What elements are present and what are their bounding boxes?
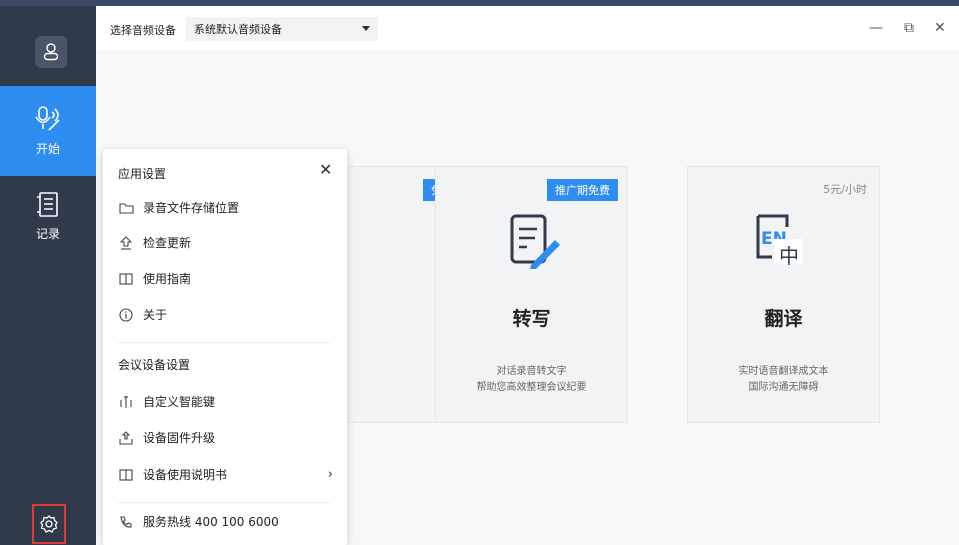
menu-item-hotline[interactable]: 服务热线 400 100 6000 [118, 513, 333, 530]
avatar[interactable] [35, 36, 67, 68]
divider [118, 342, 330, 343]
meeting-settings-heading: 会议设备设置 [118, 358, 191, 372]
title-bar: 选择音频设备 系统默认音频设备 — ⧉ ✕ [96, 6, 959, 50]
settings-popup: 应用设置 ✕ 录音文件存储位置 检查更新 使用指南 关于 会议设备设置 自定义智… [103, 149, 347, 545]
document-list-icon [37, 192, 58, 217]
audio-device-value: 系统默认音频设备 [194, 23, 282, 36]
menu-item-label: 检查更新 [143, 236, 192, 250]
firmware-upload-icon [118, 430, 134, 446]
phone-icon [118, 514, 134, 530]
card-tag: 推广期免费 [547, 179, 618, 201]
divider [118, 502, 330, 503]
minimize-button[interactable]: — [869, 20, 883, 36]
menu-item-firmware[interactable]: 设备固件升级 [118, 429, 333, 446]
folder-icon [118, 200, 134, 216]
menu-item-storage[interactable]: 录音文件存储位置 [118, 199, 333, 216]
audio-device-select[interactable]: 系统默认音频设备 [186, 17, 378, 41]
menu-item-manual[interactable]: 设备使用说明书 › [118, 466, 333, 483]
menu-item-smart-key[interactable]: 自定义智能键 [118, 393, 333, 410]
sidebar-item-start-inner: 开始 [0, 104, 96, 157]
sidebar: 开始 记录 [0, 6, 96, 545]
app-settings-heading: 应用设置 [118, 167, 167, 181]
smart-key-icon [118, 394, 134, 410]
audio-device-label: 选择音频设备 [110, 24, 176, 37]
user-icon [43, 43, 59, 61]
svg-text:中: 中 [779, 244, 799, 268]
card-desc-line2: 帮助您高效整理会议纪要 [476, 382, 587, 393]
info-icon [118, 307, 134, 323]
card-transcribe[interactable]: 推广期免费 转写 对话录音转文字 帮助您高效整理会议纪要 [435, 166, 628, 423]
close-button[interactable]: ✕ [934, 20, 946, 36]
card-desc-line1: 对话录音转文字 [496, 366, 567, 377]
menu-item-label: 关于 [143, 308, 168, 322]
sidebar-record-label: 记录 [35, 227, 60, 241]
chevron-right-icon: › [327, 467, 333, 482]
card-translate[interactable]: 5元/小时 EN 中 翻译 实时语音翻译成文本 国际沟通无障碍 [687, 166, 880, 423]
menu-item-about[interactable]: 关于 [118, 306, 333, 323]
card-desc-line2: 国际沟通无障碍 [748, 382, 819, 393]
menu-item-label: 自定义智能键 [143, 395, 216, 409]
card-title: 转写 [512, 308, 551, 330]
menu-item-update[interactable]: 检查更新 [118, 234, 333, 251]
menu-item-label: 录音文件存储位置 [143, 201, 240, 215]
book-icon [118, 467, 134, 483]
menu-item-guide[interactable]: 使用指南 [118, 270, 333, 287]
sidebar-start-label: 开始 [35, 142, 60, 156]
sidebar-item-start[interactable]: 开始 [0, 86, 96, 176]
book-icon [118, 271, 134, 287]
card-description: 对话录音转文字 帮助您高效整理会议纪要 [436, 364, 627, 396]
microphone-pen-icon [35, 106, 60, 131]
menu-item-label: 使用指南 [143, 272, 192, 286]
card-description: 实时语音翻译成文本 国际沟通无障碍 [688, 364, 879, 396]
sidebar-item-record[interactable]: 记录 [0, 191, 96, 242]
restore-button[interactable]: ⧉ [904, 20, 914, 36]
card-title: 翻译 [764, 308, 803, 330]
upload-arrow-icon [118, 235, 134, 251]
gear-icon [40, 515, 58, 533]
menu-item-label: 服务热线 400 100 6000 [143, 515, 279, 529]
settings-button[interactable] [32, 504, 66, 544]
caret-down-icon [362, 26, 370, 31]
card-price: 5元/小时 [823, 183, 867, 196]
card-desc-line1: 实时语音翻译成文本 [738, 366, 829, 377]
document-pen-icon [510, 214, 560, 269]
menu-item-label: 设备固件升级 [143, 431, 216, 445]
popup-close-button[interactable]: ✕ [319, 160, 332, 179]
menu-item-label: 设备使用说明书 [143, 468, 228, 482]
translate-en-zh-icon: EN 中 [756, 214, 803, 268]
